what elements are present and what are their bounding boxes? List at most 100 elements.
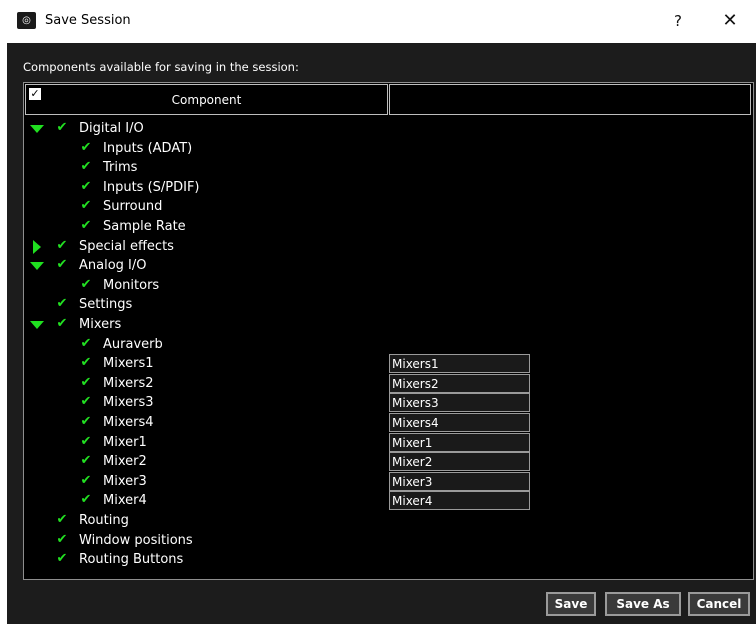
app-logo-icon: ◎	[17, 12, 36, 29]
checkmark-icon[interactable]: ✔	[55, 551, 69, 567]
components-caption: Components available for saving in the s…	[23, 60, 299, 74]
component-label: Mixer2	[103, 454, 147, 470]
component-name-field[interactable]: Mixers3	[389, 393, 530, 413]
tree-row[interactable]: ✔ Settings	[24, 295, 753, 315]
checkmark-icon[interactable]: ✔	[79, 179, 93, 195]
component-label: Sample Rate	[103, 219, 186, 234]
tree-row[interactable]: ✔ Monitors	[24, 276, 753, 296]
triangle-icon	[30, 262, 44, 271]
checkmark-icon[interactable]: ✔	[55, 120, 69, 136]
title-bar: ◎ Save Session ? ✕	[0, 0, 756, 43]
component-label: Analog I/O	[79, 258, 147, 274]
dialog-body: Components available for saving in the s…	[7, 43, 756, 624]
tree-row[interactable]: ✔ Special effects	[24, 237, 753, 257]
tree-row[interactable]: ✔ Mixers2 Mixers2	[24, 373, 753, 394]
component-label: Mixer1	[103, 434, 147, 450]
checkmark-icon[interactable]: ✔	[55, 512, 69, 528]
tree-row[interactable]: ✔ Inputs (S/PDIF)	[24, 178, 753, 198]
triangle-icon	[33, 239, 41, 254]
checkmark-icon[interactable]: ✔	[55, 238, 69, 254]
component-header-label: Component	[171, 93, 242, 107]
tree-row[interactable]: ✔ Surround	[24, 197, 753, 217]
tree-row[interactable]: ✔ Mixers1 Mixers1	[24, 354, 753, 374]
expand-arrow-down-icon[interactable]	[30, 259, 44, 273]
component-label: Trims	[103, 160, 138, 176]
tree-row[interactable]: ✔ Sample Rate	[24, 217, 753, 237]
checkmark-icon[interactable]: ✔	[79, 434, 93, 450]
tree-header: ✓ Component	[24, 83, 753, 117]
component-label: Digital I/O	[79, 121, 144, 136]
window-title: Save Session	[45, 13, 131, 28]
checkmark-icon[interactable]: ✔	[79, 473, 93, 489]
component-tree[interactable]: ✓ Component ✔ Digital I/O ✔ Inputs (ADAT) ✔ T…	[23, 82, 754, 580]
tree-row[interactable]: ✔ Mixer2 Mixer2	[24, 452, 753, 472]
component-label: Mixer4	[103, 493, 147, 509]
checkmark-icon[interactable]: ✔	[55, 316, 69, 332]
component-label: Mixers	[79, 317, 122, 332]
component-label: Inputs (S/PDIF)	[103, 179, 200, 195]
component-label: Surround	[103, 199, 163, 215]
tree-row[interactable]: ✔ Mixer3 Mixer3	[24, 471, 753, 492]
tree-row[interactable]: ✔ Inputs (ADAT)	[24, 139, 753, 159]
name-column-header[interactable]	[389, 84, 751, 115]
expand-arrow-down-icon[interactable]	[30, 122, 44, 136]
save-as-button[interactable]: Save As	[605, 592, 681, 616]
expand-arrow-down-icon[interactable]	[30, 318, 44, 332]
component-name-field[interactable]: Mixer2	[389, 452, 530, 472]
help-button[interactable]: ?	[663, 8, 693, 34]
component-name-field[interactable]: Mixers4	[389, 413, 530, 432]
checkmark-icon[interactable]: ✔	[55, 532, 69, 548]
checkmark-icon[interactable]: ✔	[79, 159, 93, 175]
component-name-field[interactable]: Mixer1	[389, 432, 530, 452]
component-name-field[interactable]: Mixers2	[389, 373, 530, 393]
close-button[interactable]: ✕	[715, 8, 745, 34]
component-name-field[interactable]: Mixer4	[389, 491, 530, 511]
component-label: Mixers2	[103, 375, 154, 391]
save-button[interactable]: Save	[546, 592, 596, 616]
component-column-header[interactable]: ✓ Component	[25, 84, 388, 115]
checkmark-icon[interactable]: ✔	[79, 414, 93, 430]
checkmark-icon[interactable]: ✔	[79, 277, 93, 293]
checkmark-icon[interactable]: ✔	[79, 453, 93, 469]
tree-row[interactable]: ✔ Trims	[24, 158, 753, 178]
checkmark-icon[interactable]: ✔	[79, 198, 93, 214]
checkmark-icon[interactable]: ✔	[79, 218, 93, 234]
component-label: Special effects	[79, 238, 174, 254]
component-label: Monitors	[103, 277, 160, 293]
triangle-icon	[30, 321, 44, 329]
component-label: Mixer3	[103, 473, 147, 489]
checkmark-icon[interactable]: ✔	[79, 336, 93, 352]
component-label: Window positions	[79, 532, 193, 548]
checkmark-icon[interactable]: ✔	[79, 394, 93, 410]
component-label: Auraverb	[103, 336, 163, 352]
checkmark-icon[interactable]: ✔	[79, 355, 93, 371]
component-label: Routing Buttons	[79, 552, 184, 568]
expand-arrow-right-icon[interactable]	[30, 239, 44, 254]
component-label: Settings	[79, 297, 133, 313]
component-name-field[interactable]: Mixers1	[389, 354, 530, 374]
checkmark-icon[interactable]: ✔	[55, 296, 69, 312]
tree-row[interactable]: ✔ Routing Buttons	[24, 550, 753, 570]
tree-row[interactable]: ✔ Mixers4 Mixers4	[24, 413, 753, 433]
component-label: Mixers4	[103, 415, 154, 430]
tree-row[interactable]: ✔ Analog I/O	[24, 256, 753, 276]
tree-row[interactable]: ✔ Mixers	[24, 315, 753, 335]
tree-row[interactable]: ✔ Digital I/O	[24, 119, 753, 139]
checkmark-icon[interactable]: ✔	[79, 375, 93, 391]
component-label: Inputs (ADAT)	[103, 140, 193, 156]
triangle-icon	[30, 125, 44, 133]
component-label: Mixers3	[103, 395, 154, 411]
component-label: Mixers1	[103, 356, 154, 372]
checkmark-icon[interactable]: ✔	[79, 140, 93, 156]
checkmark-icon[interactable]: ✔	[55, 257, 69, 273]
cancel-button[interactable]: Cancel	[688, 592, 750, 616]
checkmark-icon[interactable]: ✔	[79, 492, 93, 508]
component-label: Routing	[79, 513, 129, 528]
tree-row[interactable]: ✔ Window positions	[24, 531, 753, 551]
tree-row[interactable]: ✔ Mixer1 Mixer1	[24, 432, 753, 453]
tree-row[interactable]: ✔ Routing	[24, 511, 753, 531]
tree-row[interactable]: ✔ Mixer4 Mixer4	[24, 491, 753, 511]
component-name-field[interactable]: Mixer3	[389, 471, 530, 491]
tree-row[interactable]: ✔ Mixers3 Mixers3	[24, 393, 753, 413]
tree-row[interactable]: ✔ Auraverb	[24, 335, 753, 355]
